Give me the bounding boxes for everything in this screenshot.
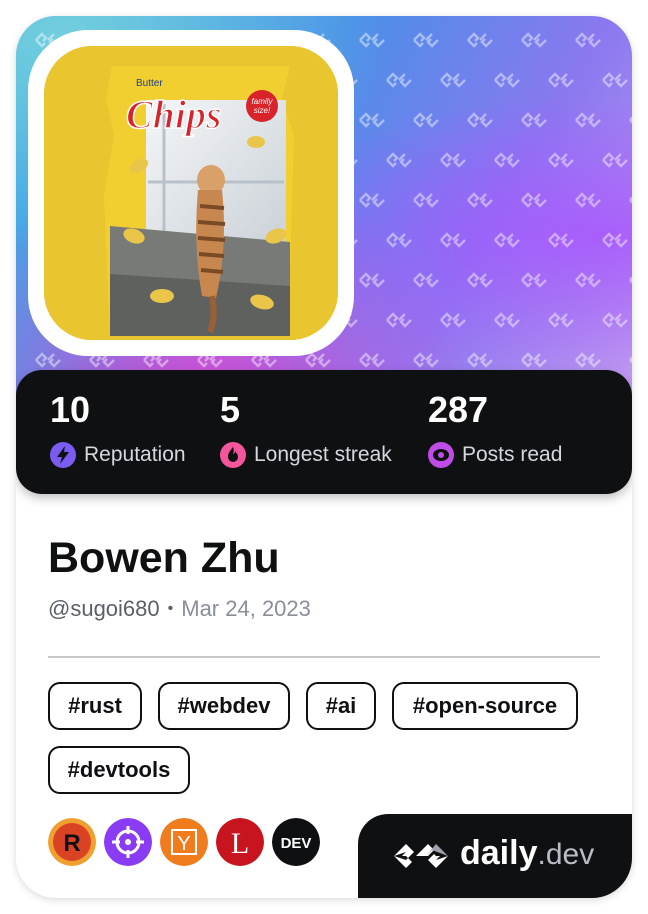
chips-logo: Chips	[126, 92, 222, 137]
avatar-frame: Chips Butter family size!	[28, 30, 354, 356]
cover-background: Chips Butter family size!	[16, 16, 632, 416]
pattern-glyph	[386, 152, 412, 168]
dailydev-wordmark: daily.dev	[460, 834, 595, 872]
pattern-glyph	[629, 276, 632, 284]
divider	[48, 656, 600, 658]
streak-value: 5	[220, 389, 241, 430]
pattern-glyph	[494, 72, 520, 88]
pattern-glyph	[35, 352, 61, 368]
pattern-glyph	[521, 352, 547, 368]
stat-posts-read: 287 Posts read	[428, 390, 562, 468]
svg-text:L: L	[231, 827, 249, 860]
pattern-glyph	[359, 272, 385, 288]
streak-label: Longest streak	[254, 443, 392, 466]
posts-read-label: Posts read	[462, 443, 563, 466]
pattern-glyph	[602, 312, 628, 328]
dailydev-logo-icon	[394, 844, 448, 868]
pattern-glyph	[467, 112, 493, 128]
tag-ai[interactable]: #ai	[306, 682, 376, 730]
pattern-glyph	[548, 232, 574, 248]
pattern-glyph	[521, 272, 547, 288]
tag-webdev[interactable]: #webdev	[158, 682, 290, 730]
svg-text:Butter: Butter	[136, 78, 163, 89]
pattern-glyph	[548, 152, 574, 168]
join-date: Mar 24, 2023	[181, 596, 311, 621]
pattern-glyph	[413, 272, 439, 288]
pattern-glyph	[494, 312, 520, 328]
pattern-glyph	[440, 152, 466, 168]
pattern-glyph	[602, 152, 628, 168]
pattern-glyph	[305, 352, 331, 368]
profile-meta: @sugoi680 • Mar 24, 2023	[48, 596, 311, 622]
pattern-glyph	[629, 116, 632, 124]
pattern-glyph	[629, 196, 632, 204]
pattern-glyph	[413, 192, 439, 208]
pattern-glyph	[629, 36, 632, 44]
pattern-glyph	[386, 312, 412, 328]
pattern-glyph	[413, 352, 439, 368]
pattern-glyph	[386, 72, 412, 88]
svg-text:family: family	[252, 97, 274, 106]
flame-icon	[220, 442, 246, 468]
pattern-glyph	[548, 312, 574, 328]
pattern-glyph	[440, 72, 466, 88]
reputation-label: Reputation	[84, 443, 186, 466]
crosshair-logo-icon[interactable]	[104, 818, 152, 866]
pattern-glyph	[359, 352, 385, 368]
profile-card: Chips Butter family size! 10 Reputation …	[16, 16, 632, 898]
pattern-glyph	[548, 72, 574, 88]
pattern-glyph	[413, 112, 439, 128]
pattern-glyph	[440, 232, 466, 248]
pattern-glyph	[467, 32, 493, 48]
stat-longest-streak: 5 Longest streak	[220, 390, 392, 468]
pattern-glyph	[575, 192, 601, 208]
svg-text:R: R	[63, 830, 80, 857]
pattern-glyph	[494, 152, 520, 168]
lightning-icon	[50, 442, 76, 468]
tag-open-source[interactable]: #open-source	[392, 682, 578, 730]
posts-read-value: 287	[428, 389, 489, 430]
svg-text:size!: size!	[254, 106, 271, 115]
pattern-glyph	[440, 312, 466, 328]
l-logo-icon[interactable]: L	[216, 818, 264, 866]
hacker-news-logo-icon[interactable]: Y	[160, 818, 208, 866]
pattern-glyph	[359, 112, 385, 128]
stats-bar: 10 Reputation 5 Longest streak 287 Posts…	[16, 370, 632, 494]
pattern-glyph	[359, 192, 385, 208]
eye-icon	[428, 442, 454, 468]
pattern-glyph	[467, 272, 493, 288]
dailydev-brand: daily.dev	[358, 814, 632, 898]
chips-bag-image: Chips Butter family size!	[44, 46, 338, 340]
pattern-glyph	[467, 192, 493, 208]
pattern-glyph	[602, 72, 628, 88]
pattern-glyph	[521, 112, 547, 128]
reputation-value: 10	[50, 389, 91, 430]
pattern-glyph	[575, 112, 601, 128]
rust-logo-icon[interactable]: R	[48, 818, 96, 866]
pattern-glyph	[575, 352, 601, 368]
svg-text:Y: Y	[177, 833, 190, 855]
pattern-glyph	[359, 32, 385, 48]
pattern-glyph	[413, 32, 439, 48]
pattern-glyph	[386, 232, 412, 248]
svg-text:DEV: DEV	[281, 835, 312, 852]
profile-handle: @sugoi680	[48, 596, 160, 621]
pattern-glyph	[629, 356, 632, 364]
tag-devtools[interactable]: #devtools	[48, 746, 190, 794]
avatar: Chips Butter family size!	[44, 46, 338, 340]
stat-reputation: 10 Reputation	[50, 390, 186, 468]
profile-name: Bowen Zhu	[48, 534, 280, 582]
pattern-glyph	[467, 352, 493, 368]
pattern-glyph	[575, 272, 601, 288]
tag-rust[interactable]: #rust	[48, 682, 142, 730]
pattern-glyph	[575, 32, 601, 48]
pattern-glyph	[521, 32, 547, 48]
pattern-glyph	[602, 232, 628, 248]
pattern-glyph	[521, 192, 547, 208]
dev-to-logo-icon[interactable]: DEV	[272, 818, 320, 866]
meta-separator: •	[167, 600, 174, 617]
pattern-glyph	[494, 232, 520, 248]
